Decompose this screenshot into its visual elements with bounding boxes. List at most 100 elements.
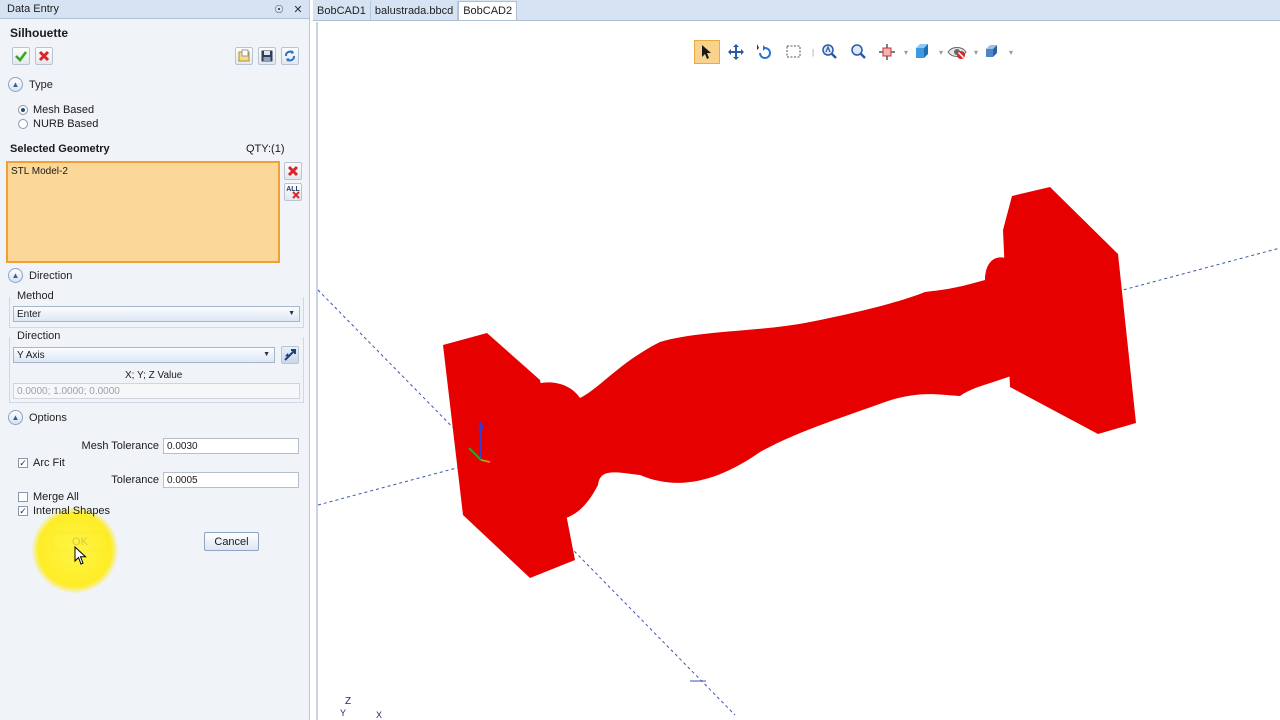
pan-arrows-icon <box>728 44 744 60</box>
nurb-based-radio[interactable]: NURB Based <box>18 118 98 130</box>
rotate-view-icon <box>757 44 771 59</box>
selected-geometry-label: Selected Geometry <box>10 143 110 155</box>
checkbox-indicator: ✓ <box>18 506 28 516</box>
tolerance-label: Tolerance <box>111 474 159 486</box>
axis-indicator: Z Y X <box>340 696 382 720</box>
collapse-chevron-icon: ▲ <box>8 410 23 425</box>
eye-hide-icon <box>947 47 967 59</box>
axis-x-label: X <box>376 710 382 720</box>
remove-x-icon <box>287 165 299 177</box>
chevron-down-icon: ▼ <box>288 310 295 317</box>
panel-title: Data Entry <box>7 3 59 15</box>
load-settings-button[interactable] <box>235 47 253 65</box>
checkbox-label: Merge All <box>33 491 79 503</box>
collapse-chevron-icon: ▲ <box>8 268 23 283</box>
cancel-button[interactable]: Cancel <box>204 532 259 551</box>
method-value: Enter <box>17 308 41 320</box>
direction-section-header[interactable]: ▲ Direction <box>8 268 72 283</box>
mesh-tolerance-value: 0.0030 <box>167 440 198 452</box>
select-tool-button[interactable] <box>694 40 720 64</box>
zoom-window-icon <box>786 45 801 58</box>
direction-section-label: Direction <box>29 269 73 282</box>
zoom-button[interactable] <box>845 40 871 64</box>
close-icon[interactable]: ✕ <box>290 3 306 16</box>
remove-all-x-icon <box>292 191 300 199</box>
radio-label: NURB Based <box>33 118 99 130</box>
red-x-icon <box>38 50 50 62</box>
rotate-tool-button[interactable] <box>752 40 778 64</box>
selected-geometry-list[interactable]: STL Model-2 <box>6 161 280 263</box>
zoom-fit-button[interactable] <box>816 40 842 64</box>
geometry-qty: QTY:(1) <box>246 143 285 155</box>
pin-icon[interactable]: ☉ <box>271 3 287 16</box>
zoom-fit-icon <box>822 44 837 59</box>
remove-geometry-button[interactable] <box>284 162 302 180</box>
xyz-value-input[interactable]: 0.0000; 1.0000; 0.0000 <box>13 383 300 399</box>
folder-icon <box>238 49 250 62</box>
refresh-icon <box>285 50 295 62</box>
checkbox-indicator <box>18 492 28 502</box>
direction-label: Direction <box>16 330 62 342</box>
direction-dropdown[interactable]: Y Axis ▼ <box>13 347 275 363</box>
balustrade-model[interactable] <box>443 187 1136 578</box>
arrow-pointer-icon <box>702 45 711 59</box>
options-section-label: Options <box>29 411 67 424</box>
view-toolbar: | ▾ ▾ ▾ ▾ <box>694 39 1014 65</box>
panel-titlebar: Data Entry ☉ ✕ <box>0 0 309 19</box>
panel-heading: Silhouette <box>10 26 69 40</box>
type-section-header[interactable]: ▲ Type <box>8 77 53 92</box>
type-section-label: Type <box>29 78 53 91</box>
pick-direction-button[interactable] <box>281 346 299 364</box>
axis-y-label: Y <box>340 708 346 718</box>
cancel-icon-button[interactable] <box>35 47 53 65</box>
options-section-header[interactable]: ▲ Options <box>8 410 67 425</box>
save-settings-button[interactable] <box>258 47 276 65</box>
xyz-value-label: X; Y; Z Value <box>125 370 183 381</box>
checkbox-label: Arc Fit <box>33 457 65 469</box>
merge-all-checkbox[interactable]: Merge All <box>18 491 79 503</box>
toolbar-separator: ▾ <box>1008 47 1013 57</box>
axis-z-label: Z <box>345 696 351 707</box>
center-view-button[interactable] <box>874 40 900 64</box>
document-tabs: BobCAD1 balustrada.bbcd BobCAD2 <box>313 0 1280 21</box>
mesh-tolerance-input[interactable]: 0.0030 <box>163 438 299 454</box>
radio-indicator <box>18 105 28 115</box>
radio-indicator <box>18 119 28 129</box>
tab-bobcad2[interactable]: BobCAD2 <box>458 1 518 20</box>
refresh-button[interactable] <box>281 47 299 65</box>
crosshair-icon <box>879 44 895 60</box>
radio-label: Mesh Based <box>33 104 95 116</box>
list-item[interactable]: STL Model-2 <box>11 166 275 177</box>
magnifier-icon <box>851 44 866 59</box>
checkbox-label: Internal Shapes <box>33 505 111 517</box>
xyz-value-text: 0.0000; 1.0000; 0.0000 <box>17 385 120 397</box>
method-dropdown[interactable]: Enter ▼ <box>13 306 300 322</box>
render-mode-button[interactable] <box>979 40 1005 64</box>
tab-balustrada[interactable]: balustrada.bbcd <box>371 1 459 20</box>
internal-shapes-checkbox[interactable]: ✓ Internal Shapes <box>18 505 110 517</box>
method-label: Method <box>16 290 55 302</box>
scene-canvas: Z Y X <box>317 187 1280 720</box>
mouse-cursor-icon <box>74 546 87 565</box>
accept-button[interactable] <box>12 47 30 65</box>
remove-all-button[interactable]: ALL <box>284 183 302 201</box>
checkmark-icon <box>15 51 28 62</box>
tolerance-input[interactable]: 0.0005 <box>163 472 299 488</box>
mesh-based-radio[interactable]: Mesh Based <box>18 104 94 116</box>
collapse-chevron-icon: ▲ <box>8 77 23 92</box>
visibility-button[interactable] <box>944 40 970 64</box>
data-entry-panel: Data Entry ☉ ✕ Silhouette ▲ Type Mesh Ba… <box>0 0 310 720</box>
mesh-tolerance-label: Mesh Tolerance <box>81 440 159 452</box>
direction-value: Y Axis <box>17 349 45 361</box>
cube-view-icon <box>916 44 928 58</box>
checkbox-indicator: ✓ <box>18 458 28 468</box>
tab-bobcad1[interactable]: BobCAD1 <box>313 1 371 20</box>
view-cube-button[interactable] <box>909 40 935 64</box>
pick-vector-icon <box>284 349 296 361</box>
pan-tool-button[interactable] <box>723 40 749 64</box>
arc-fit-checkbox[interactable]: ✓ Arc Fit <box>18 457 65 469</box>
window-zoom-button[interactable] <box>781 40 807 64</box>
tolerance-value: 0.0005 <box>167 474 198 486</box>
save-icon <box>261 50 273 62</box>
chevron-down-icon: ▼ <box>263 351 270 358</box>
